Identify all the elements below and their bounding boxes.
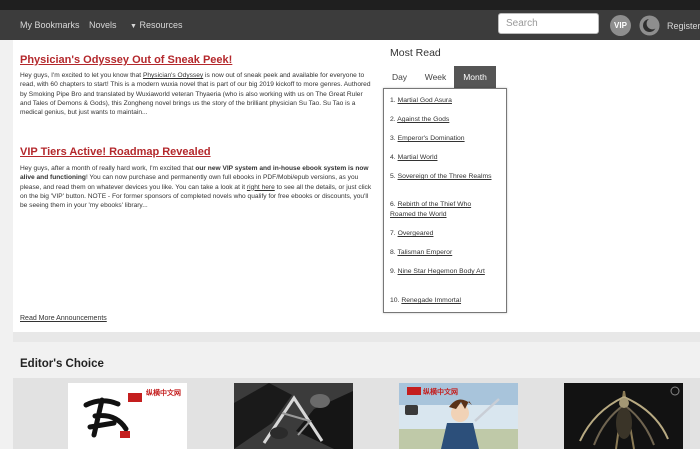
cover-publisher-label: 纵横中文网 <box>146 389 181 397</box>
novel-cover[interactable] <box>234 383 353 449</box>
novel-cover[interactable]: 纵横中文网 <box>399 383 518 449</box>
tab-month[interactable]: Month <box>454 66 496 88</box>
novel-title-link[interactable]: Martial God Asura <box>398 97 452 104</box>
list-item[interactable]: 7. Overgeared <box>390 229 498 239</box>
novel-cover[interactable] <box>564 383 683 449</box>
announcement-body: Hey guys, after a month of really hard w… <box>20 164 372 210</box>
novel-title-link[interactable]: Emperor's Domination <box>398 135 465 142</box>
nav-novels[interactable]: Novels <box>89 20 117 30</box>
vip-button[interactable]: VIP <box>610 15 631 36</box>
list-item[interactable]: 2. Against the Gods <box>390 115 498 125</box>
most-read-title: Most Read <box>390 47 441 59</box>
main-panel: Physician's Odyssey Out of Sneak Peek! H… <box>13 40 700 332</box>
vip-details-link[interactable]: right here <box>247 184 275 191</box>
top-navbar: My Bookmarks Novels ▼ Resources VIP Regi… <box>0 10 700 40</box>
section-divider <box>13 332 700 342</box>
novel-title-link[interactable]: Overgeared <box>398 230 434 237</box>
list-item[interactable]: 5. Sovereign of the Three Realms <box>390 172 498 182</box>
announcement-body: Hey guys, I'm excited to let you know th… <box>20 71 372 117</box>
list-item[interactable]: 9. Nine Star Hegemon Body Art <box>390 267 498 277</box>
list-item[interactable]: 3. Emperor's Domination <box>390 134 498 144</box>
list-item[interactable]: 8. Talisman Emperor <box>390 248 498 258</box>
caret-down-icon: ▼ <box>130 23 137 30</box>
announcement-text: Hey guys, I'm excited to let you know th… <box>20 72 143 79</box>
list-item[interactable]: 1. Martial God Asura <box>390 96 498 106</box>
novel-link[interactable]: Physician's Odyssey <box>143 72 203 79</box>
list-item[interactable]: 6. Rebirth of the Thief Who Roamed the W… <box>390 200 498 219</box>
novel-title-link[interactable]: Against the Gods <box>397 116 449 123</box>
most-read-list: 1. Martial God Asura 2. Against the Gods… <box>383 88 507 313</box>
rank-number: 4. <box>390 154 396 161</box>
nav-my-bookmarks[interactable]: My Bookmarks <box>20 20 80 30</box>
rank-number: 2. <box>390 116 396 123</box>
novel-title-link[interactable]: Talisman Emperor <box>397 249 452 256</box>
cover-artwork <box>564 383 683 449</box>
cover-artwork <box>234 383 353 449</box>
editors-choice-heading: Editor's Choice <box>20 358 104 370</box>
list-item[interactable]: 4. Martial World <box>390 153 498 163</box>
novel-title-link[interactable]: Martial World <box>398 154 438 161</box>
novel-title-link[interactable]: Sovereign of the Three Realms <box>398 173 492 180</box>
nav-resources[interactable]: ▼ Resources <box>130 20 182 30</box>
cover-artwork <box>399 383 518 449</box>
list-item[interactable]: 10. Renegade Immortal <box>390 296 498 306</box>
rank-number: 8. <box>390 249 396 256</box>
cover-publisher-label: 纵横中文网 <box>423 388 458 396</box>
rank-number: 1. <box>390 97 396 104</box>
novel-title-link[interactable]: Nine Star Hegemon Body Art <box>398 268 485 275</box>
rank-number: 9. <box>390 268 396 275</box>
announcement-title[interactable]: Physician's Odyssey Out of Sneak Peek! <box>20 54 232 66</box>
announcement-title[interactable]: VIP Tiers Active! Roadmap Revealed <box>20 146 211 158</box>
nav-resources-label: Resources <box>139 20 183 30</box>
search-input[interactable] <box>498 13 599 34</box>
tab-day[interactable]: Day <box>386 66 413 88</box>
rank-number: 7. <box>390 230 396 237</box>
announcement-text: Hey guys, after a month of really hard w… <box>20 165 196 172</box>
novel-title-link[interactable]: Renegade Immortal <box>401 297 461 304</box>
rank-number: 5. <box>390 173 396 180</box>
moon-icon[interactable] <box>639 15 660 36</box>
tab-week[interactable]: Week <box>417 66 454 88</box>
read-more-announcements-link[interactable]: Read More Announcements <box>20 315 107 322</box>
novel-cover[interactable]: 纵横中文网 <box>68 383 187 449</box>
register-link[interactable]: Register <box>667 21 700 31</box>
rank-number: 10. <box>390 297 400 304</box>
top-strip <box>0 0 700 10</box>
rank-number: 6. <box>390 201 396 208</box>
novel-title-link[interactable]: Rebirth of the Thief Who Roamed the Worl… <box>390 201 471 218</box>
rank-number: 3. <box>390 135 396 142</box>
